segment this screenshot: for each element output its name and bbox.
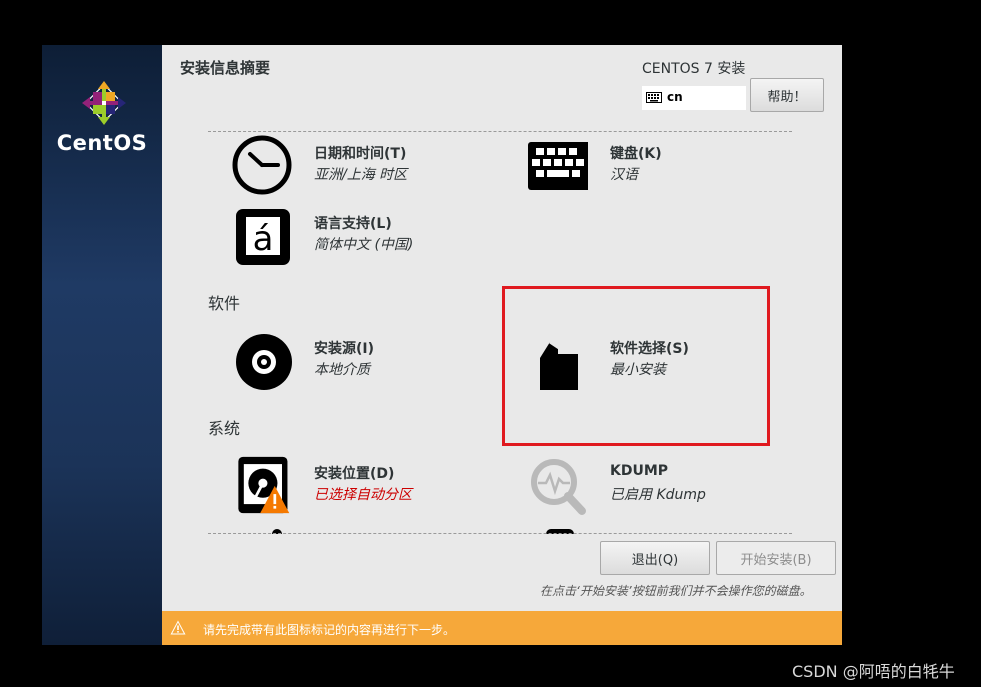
spoke-install-destination-status: 已选择自动分区 [314, 487, 412, 503]
watermark: CSDN @阿唔的白牦牛 [792, 662, 955, 681]
spoke-install-source[interactable]: 安装源(I) 本地介质 [232, 330, 512, 394]
spoke-datetime[interactable]: 日期和时间(T) 亚洲/上海 时区 [232, 135, 512, 199]
keyboard-small-icon [646, 92, 662, 103]
spoke-install-source-name: 安装源(I) [314, 341, 375, 357]
product-title: CENTOS 7 安装 [642, 61, 746, 77]
disk-notice: 在点击‘开始安装’按钮前我们并不会操作您的磁盘。 [540, 584, 812, 598]
keyboard-layout-value: cn [667, 90, 683, 104]
clock-icon [232, 135, 292, 195]
keyboard-layout-indicator[interactable]: cn [642, 86, 746, 110]
warning-icon [170, 620, 186, 635]
spoke-kdump[interactable]: KDUMP 已启用 Kdump [528, 455, 808, 519]
top-divider [208, 131, 792, 132]
magnifier-icon [531, 459, 586, 515]
help-button[interactable]: 帮助！ [750, 78, 824, 112]
spoke-keyboard[interactable]: 键盘(K) 汉语 [528, 135, 808, 199]
warning-bar: 请先完成带有此图标标记的内容再进行下一步。 [162, 611, 842, 645]
software-selection-highlight-box [502, 286, 770, 446]
quit-button[interactable]: 退出(Q) [600, 541, 710, 575]
keyboard-icon [528, 142, 588, 190]
spoke-language-name: 语言支持(L) [314, 216, 392, 232]
page-title: 安装信息摘要 [180, 59, 271, 77]
spoke-datetime-status: 亚洲/上海 时区 [314, 167, 408, 183]
spoke-install-destination[interactable]: 安装位置(D) 已选择自动分区 [232, 455, 512, 519]
spoke-language-status: 简体中文 (中国) [314, 237, 414, 253]
spoke-kdump-status: 已启用 Kdump [610, 487, 706, 503]
spoke-keyboard-name: 键盘(K) [610, 146, 662, 162]
begin-installation-button[interactable]: 开始安装(B) [716, 541, 836, 575]
installer-window: CentOS 安装信息摘要 CENTOS 7 安装 cn 帮助！ 日期和时间(T… [42, 45, 842, 645]
spoke-language[interactable]: á 语言支持(L) 简体中文 (中国) [232, 205, 512, 269]
centos-logo-icon [82, 81, 126, 125]
spoke-install-destination-name: 安装位置(D) [314, 466, 395, 482]
main-panel: 安装信息摘要 CENTOS 7 安装 cn 帮助！ 日期和时间(T) 亚洲/上海… [162, 45, 842, 645]
spoke-kdump-name: KDUMP [610, 463, 669, 479]
section-software-label: 软件 [208, 294, 241, 313]
sidebar: CentOS [42, 45, 162, 645]
spoke-keyboard-status: 汉语 [610, 167, 638, 183]
harddisk-warning-icon [238, 456, 290, 514]
bottom-divider [208, 533, 792, 534]
spoke-install-source-status: 本地介质 [314, 362, 370, 378]
spoke-datetime-name: 日期和时间(T) [314, 146, 407, 162]
disc-icon [236, 334, 292, 390]
language-icon: á [236, 209, 290, 265]
brand-label: CentOS [56, 131, 148, 155]
warning-text: 请先完成带有此图标标记的内容再进行下一步。 [203, 623, 456, 637]
section-system-label: 系统 [208, 419, 241, 438]
svg-text:á: á [253, 219, 274, 259]
